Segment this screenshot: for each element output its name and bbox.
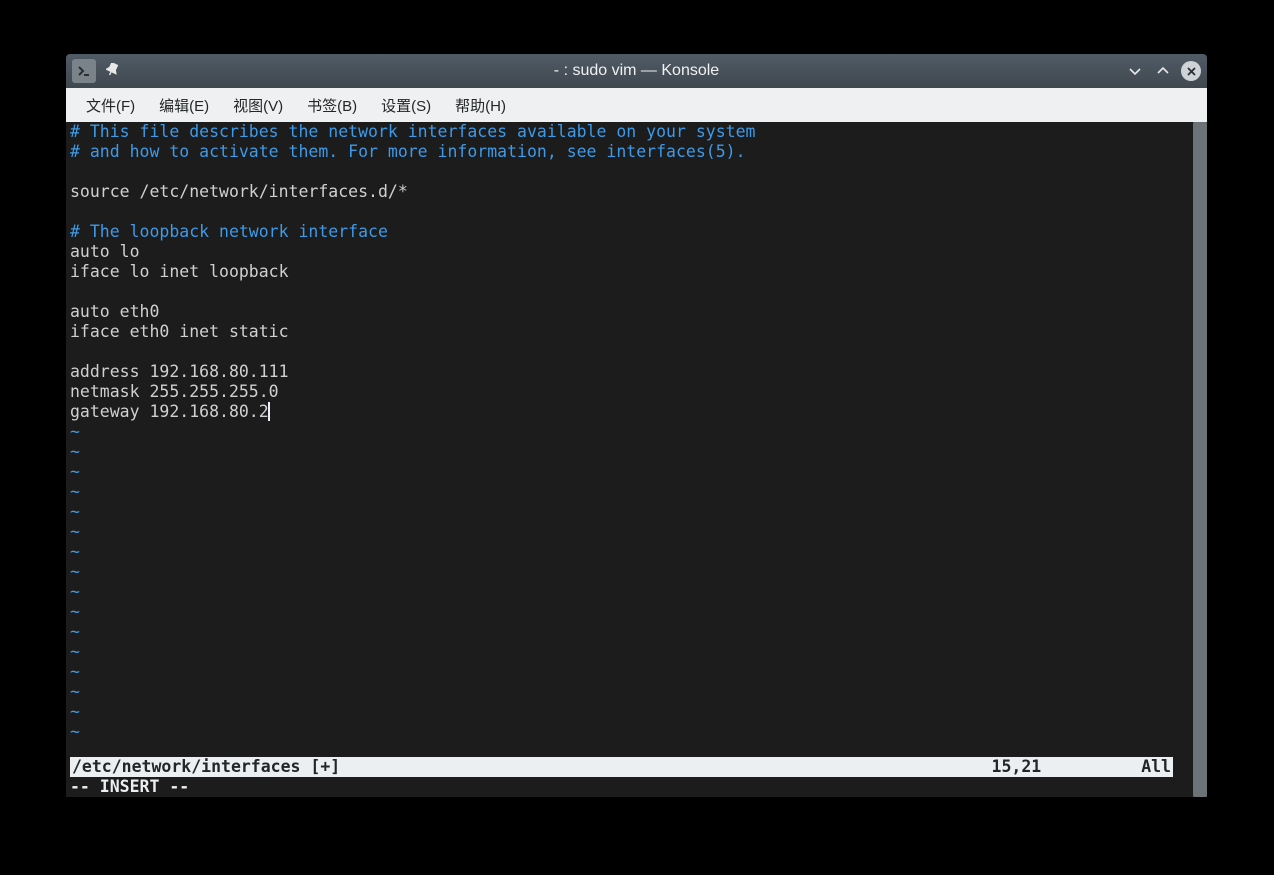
editor-line (70, 342, 1189, 362)
editor-line (70, 282, 1189, 302)
status-scroll-position: All (1141, 757, 1171, 777)
scrollbar-thumb[interactable] (1193, 122, 1207, 797)
vim-empty-line: ~ (70, 642, 1189, 662)
pin-icon[interactable] (106, 63, 120, 80)
window-controls (1125, 61, 1201, 81)
editor-content[interactable]: # This file describes the network interf… (66, 122, 1193, 797)
editor-line: address 192.168.80.111 (70, 362, 1189, 382)
vim-empty-line: ~ (70, 502, 1189, 522)
minimize-button[interactable] (1125, 61, 1145, 81)
vim-empty-line: ~ (70, 662, 1189, 682)
editor-line: gateway 192.168.80.2 (70, 402, 1189, 422)
vim-empty-line: ~ (70, 442, 1189, 462)
vim-empty-line: ~ (70, 522, 1189, 542)
close-button[interactable] (1181, 61, 1201, 81)
editor-line: iface eth0 inet static (70, 322, 1189, 342)
menubar: 文件(F) 编辑(E) 视图(V) 书签(B) 设置(S) 帮助(H) (66, 88, 1207, 122)
editor-line: iface lo inet loopback (70, 262, 1189, 282)
vim-empty-line: ~ (70, 702, 1189, 722)
editor-line: # The loopback network interface (70, 222, 1189, 242)
editor-line (70, 202, 1189, 222)
menu-bookmarks[interactable]: 书签(B) (295, 89, 369, 122)
vim-status-line: /etc/network/interfaces [+] 15,21 All (70, 757, 1173, 777)
scrollbar[interactable] (1193, 122, 1207, 797)
menu-help[interactable]: 帮助(H) (443, 89, 518, 122)
vim-empty-line: ~ (70, 562, 1189, 582)
editor-line: netmask 255.255.255.0 (70, 382, 1189, 402)
status-filename: /etc/network/interfaces [+] (72, 757, 340, 777)
menu-edit[interactable]: 编辑(E) (147, 89, 221, 122)
vim-empty-line: ~ (70, 462, 1189, 482)
vim-empty-line: ~ (70, 482, 1189, 502)
status-cursor-position: 15,21 (992, 757, 1042, 777)
editor-line (70, 162, 1189, 182)
text-cursor (268, 402, 270, 421)
konsole-window: - : sudo vim — Konsole 文件(F) 编辑(E) 视图(V)… (66, 54, 1207, 797)
titlebar: - : sudo vim — Konsole (66, 54, 1207, 88)
vim-empty-line: ~ (70, 582, 1189, 602)
vim-empty-line: ~ (70, 682, 1189, 702)
editor-line: source /etc/network/interfaces.d/* (70, 182, 1189, 202)
editor-line: # This file describes the network interf… (70, 122, 1189, 142)
app-icon (72, 59, 96, 83)
terminal-area[interactable]: # This file describes the network interf… (66, 122, 1207, 797)
editor-line: auto eth0 (70, 302, 1189, 322)
vim-empty-line: ~ (70, 722, 1189, 742)
window-title: - : sudo vim — Konsole (554, 62, 719, 80)
vim-empty-line: ~ (70, 602, 1189, 622)
vim-empty-line: ~ (70, 422, 1189, 442)
menu-file[interactable]: 文件(F) (74, 89, 147, 122)
vim-empty-line: ~ (70, 542, 1189, 562)
vim-empty-line: ~ (70, 622, 1189, 642)
maximize-button[interactable] (1153, 61, 1173, 81)
vim-mode-line: -- INSERT -- (70, 777, 189, 797)
menu-settings[interactable]: 设置(S) (369, 89, 443, 122)
menu-view[interactable]: 视图(V) (221, 89, 295, 122)
editor-line: auto lo (70, 242, 1189, 262)
editor-line: # and how to activate them. For more inf… (70, 142, 1189, 162)
